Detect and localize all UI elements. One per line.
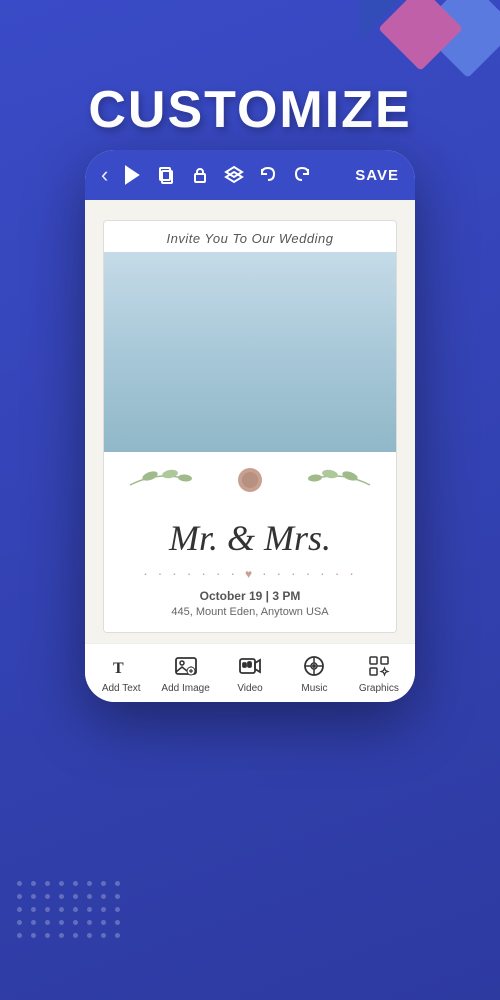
add-image-button[interactable]: Add Image bbox=[153, 654, 217, 694]
video-button[interactable]: Video bbox=[218, 654, 282, 694]
music-button[interactable]: Music bbox=[282, 654, 346, 694]
add-image-label: Add Image bbox=[161, 683, 209, 694]
dotted-divider: · · · · · · · ♥ · · · · · · · bbox=[104, 563, 396, 583]
graphics-button[interactable]: Graphics bbox=[347, 654, 411, 694]
heart-icon: ♥ bbox=[245, 567, 255, 581]
undo-icon[interactable] bbox=[258, 165, 278, 185]
card-header: Invite You To Our Wedding bbox=[104, 221, 396, 252]
add-text-button[interactable]: T Add Text bbox=[89, 654, 153, 694]
back-button[interactable]: ‹ bbox=[101, 162, 108, 188]
layers-icon[interactable] bbox=[224, 165, 244, 185]
lock-icon[interactable] bbox=[190, 165, 210, 185]
floral-divider bbox=[104, 452, 396, 509]
image-icon bbox=[174, 654, 198, 678]
floral-svg bbox=[110, 460, 390, 500]
bottom-toolbar: T Add Text Add Image bbox=[85, 643, 415, 702]
video-label: Video bbox=[237, 683, 262, 694]
editor-toolbar: ‹ SAVE bbox=[85, 150, 415, 200]
music-icon bbox=[302, 654, 326, 678]
couple-name: Mr. & Mrs. bbox=[104, 509, 396, 563]
music-label: Music bbox=[301, 683, 327, 694]
page-title: CUSTOMIZE bbox=[0, 80, 500, 140]
add-text-label: Add Text bbox=[102, 683, 141, 694]
card-date: October 19 | 3 PM bbox=[104, 589, 396, 603]
card-details: October 19 | 3 PM 445, Mount Eden, Anyto… bbox=[104, 583, 396, 632]
svg-text:T: T bbox=[113, 660, 124, 677]
card-location: 445, Mount Eden, Anytown USA bbox=[104, 606, 396, 618]
graphics-icon bbox=[367, 654, 391, 678]
photo-background bbox=[104, 252, 396, 452]
graphics-label: Graphics bbox=[359, 683, 399, 694]
redo-icon[interactable] bbox=[292, 165, 312, 185]
text-icon: T bbox=[109, 654, 133, 678]
save-button[interactable]: SAVE bbox=[355, 167, 399, 184]
copy-icon[interactable] bbox=[156, 165, 176, 185]
video-icon bbox=[238, 654, 262, 678]
invitation-card: Invite You To Our Wedding bbox=[103, 220, 397, 633]
play-icon[interactable] bbox=[122, 165, 142, 185]
dot-decoration bbox=[15, 879, 123, 940]
card-area: Invite You To Our Wedding bbox=[85, 200, 415, 643]
card-photo bbox=[104, 252, 396, 452]
phone-mockup: ‹ SAVE Invite You To Our Weddi bbox=[85, 150, 415, 702]
